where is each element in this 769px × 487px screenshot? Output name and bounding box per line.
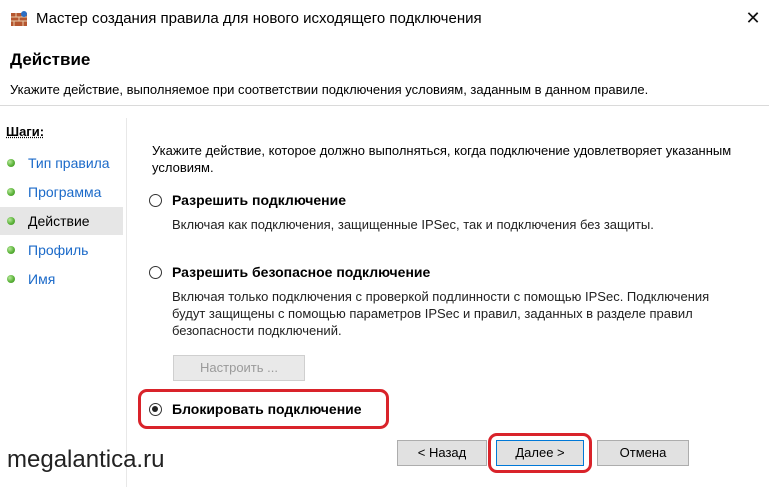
cancel-button[interactable]: Отмена	[597, 440, 689, 466]
block-connection-radio[interactable]	[149, 403, 162, 416]
block-connection-label[interactable]: Блокировать подключение	[172, 401, 362, 417]
watermark-text: megalantica.ru	[7, 446, 165, 473]
step-program[interactable]: Программа	[0, 178, 123, 206]
next-button[interactable]: Далее >	[496, 440, 584, 466]
back-button[interactable]: < Назад	[397, 440, 487, 466]
sidebar-divider	[126, 118, 127, 487]
step-label: Действие	[28, 213, 90, 229]
step-label: Имя	[28, 271, 56, 287]
steps-sidebar: Шаги: Тип правила Программа Действие Про…	[0, 118, 126, 487]
step-label: Тип правила	[28, 155, 110, 171]
step-profile[interactable]: Профиль	[0, 236, 123, 264]
allow-connection-label[interactable]: Разрешить подключение	[172, 192, 346, 208]
step-label: Профиль	[28, 242, 89, 258]
allow-connection-description: Включая как подключения, защищенные IPSe…	[172, 217, 654, 232]
step-rule-type[interactable]: Тип правила	[0, 149, 123, 177]
green-bullet-icon	[7, 217, 15, 225]
step-name[interactable]: Имя	[0, 265, 123, 293]
window-title: Мастер создания правила для нового исход…	[36, 10, 482, 27]
allow-secure-connection-radio[interactable]	[149, 266, 162, 279]
wizard-header: Действие Укажите действие, выполняемое п…	[0, 38, 769, 106]
configure-button[interactable]: Настроить ...	[173, 355, 305, 381]
green-bullet-icon	[7, 246, 15, 254]
allow-secure-connection-label[interactable]: Разрешить безопасное подключение	[172, 264, 430, 280]
intro-text: Укажите действие, которое должно выполня…	[152, 143, 732, 175]
radio-selected-dot	[152, 406, 158, 412]
allow-secure-connection-description: Включая только подключения с проверкой п…	[172, 289, 710, 338]
window-titlebar: Мастер создания правила для нового исход…	[0, 0, 769, 38]
step-action[interactable]: Действие	[0, 207, 123, 235]
steps-heading: Шаги:	[6, 124, 45, 139]
firewall-wall-icon	[11, 11, 27, 26]
allow-connection-radio[interactable]	[149, 194, 162, 207]
page-title: Действие	[10, 50, 91, 69]
green-bullet-icon	[7, 188, 15, 196]
close-icon[interactable]: ✕	[742, 6, 764, 30]
page-description: Укажите действие, выполняемое при соотве…	[10, 82, 649, 97]
green-bullet-icon	[7, 275, 15, 283]
green-bullet-icon	[7, 159, 15, 167]
step-label: Программа	[28, 184, 102, 200]
